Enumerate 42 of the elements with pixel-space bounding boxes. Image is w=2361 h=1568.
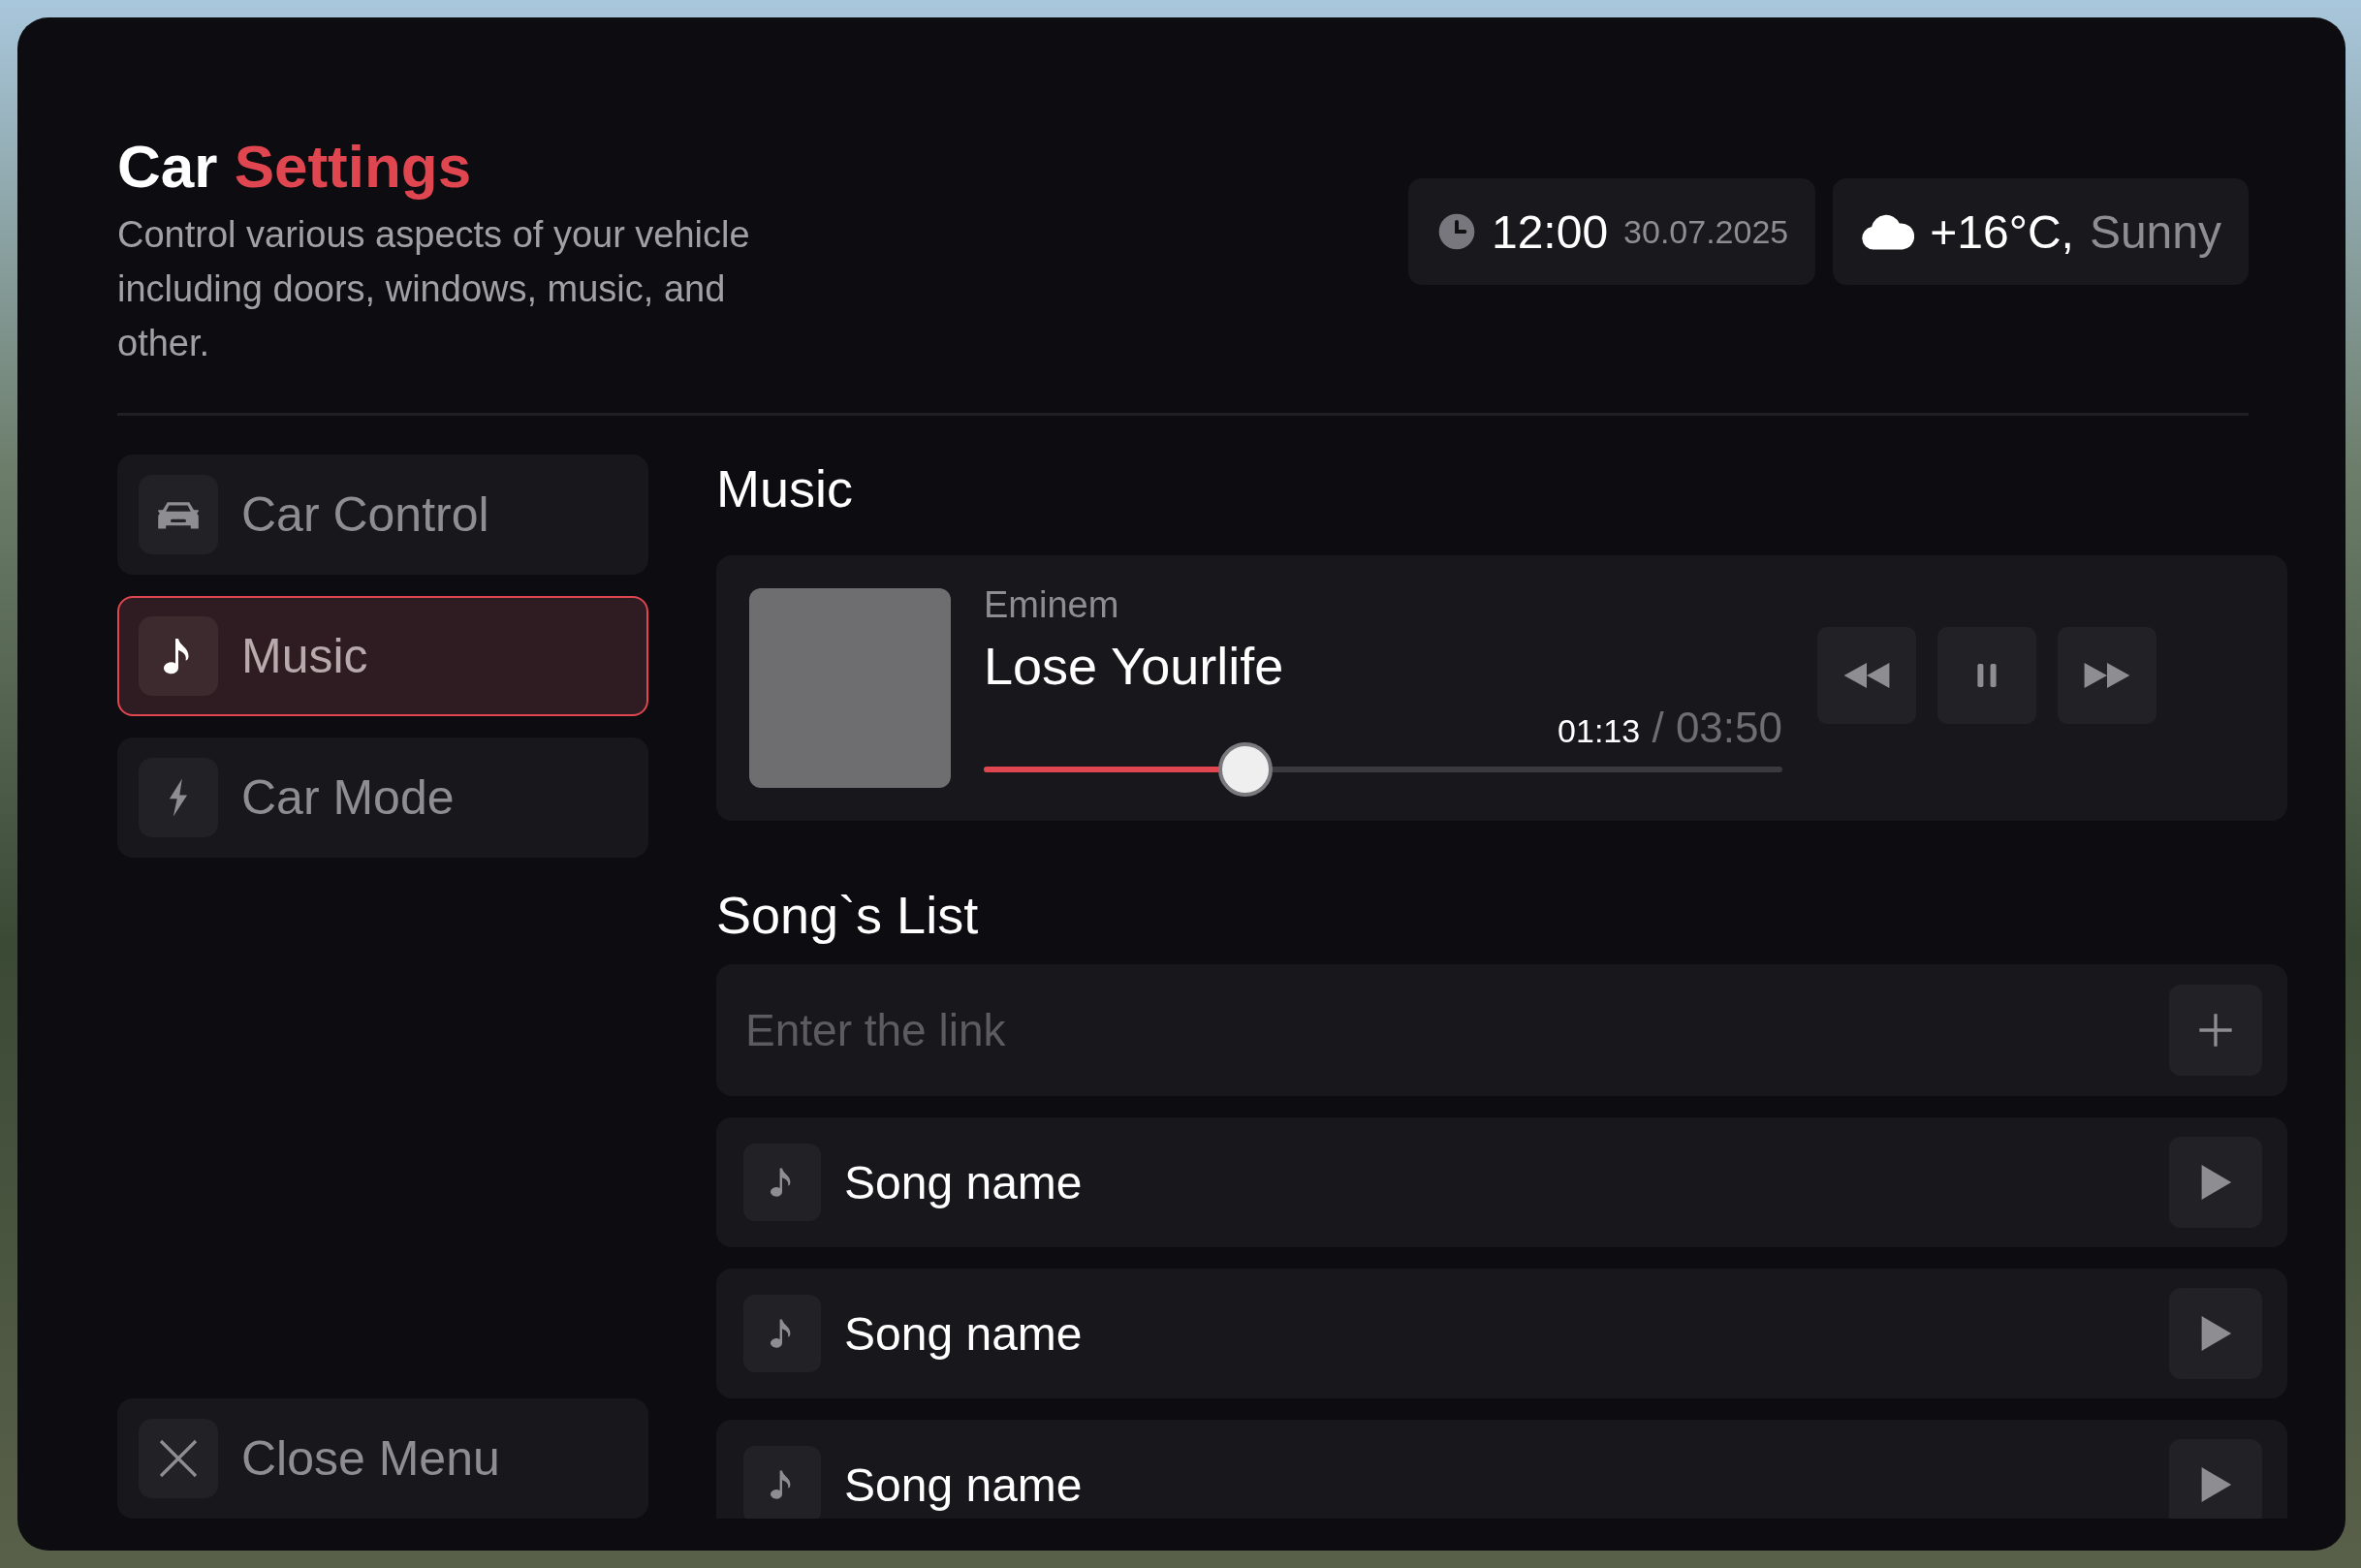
song-name: Song name xyxy=(844,1155,1084,1209)
play-button[interactable] xyxy=(2169,1288,2262,1380)
song-name: Song name xyxy=(844,1458,1084,1512)
section-heading: Song`s List xyxy=(716,885,980,947)
cloud-icon xyxy=(1862,213,1915,250)
link-input-field[interactable]: Enter the link xyxy=(743,1003,2169,1058)
track-title: Lose Yourlife xyxy=(984,635,1285,696)
car-icon xyxy=(139,475,218,555)
pause-button[interactable] xyxy=(1937,627,2036,725)
progress-slider[interactable] xyxy=(984,741,1782,797)
song-name: Song name xyxy=(844,1306,1084,1361)
temperature-text: +16°C, xyxy=(1930,204,2074,259)
music-note-icon xyxy=(139,616,218,697)
song-row[interactable]: Song name xyxy=(716,1420,2287,1520)
close-icon xyxy=(139,1419,218,1499)
subtitle: Control various aspects of your vehicle including doors, windows, music, and other. xyxy=(117,213,751,366)
song-row[interactable]: Song name xyxy=(716,1269,2287,1399)
artist-name: Eminem xyxy=(984,583,1120,626)
page-title: Car Settings xyxy=(117,134,473,201)
link-field[interactable]: Enter the link xyxy=(716,964,2287,1097)
close-menu-button[interactable]: Close Menu xyxy=(117,1398,648,1520)
sidebar-item[interactable]: Car Mode xyxy=(117,737,648,859)
sidebar-item[interactable]: Car Control xyxy=(117,455,648,576)
sidebar-item[interactable]: Music xyxy=(117,596,648,717)
section-heading: Music xyxy=(716,458,854,520)
fast-forward-button[interactable] xyxy=(2058,627,2156,725)
music-note-icon xyxy=(743,1295,821,1373)
weather-condition: Sunny xyxy=(2089,204,2221,259)
time-separator: / xyxy=(1651,703,1665,751)
date-text: 30.07.2025 xyxy=(1623,212,1789,251)
music-note-icon xyxy=(743,1446,821,1520)
play-button[interactable] xyxy=(2169,1439,2262,1520)
play-button[interactable] xyxy=(2169,1137,2262,1229)
add-button[interactable] xyxy=(2169,985,2262,1077)
song-row[interactable]: Song name xyxy=(716,1117,2287,1248)
time-text: 12:00 xyxy=(1491,204,1609,259)
lightning-icon xyxy=(139,758,218,838)
clock-icon xyxy=(1436,212,1476,251)
duration-time: 03:50 xyxy=(1675,703,1782,751)
elapsed-time: 01:13 xyxy=(1558,711,1641,749)
rewind-button[interactable] xyxy=(1817,627,1916,725)
music-note-icon xyxy=(743,1144,821,1222)
